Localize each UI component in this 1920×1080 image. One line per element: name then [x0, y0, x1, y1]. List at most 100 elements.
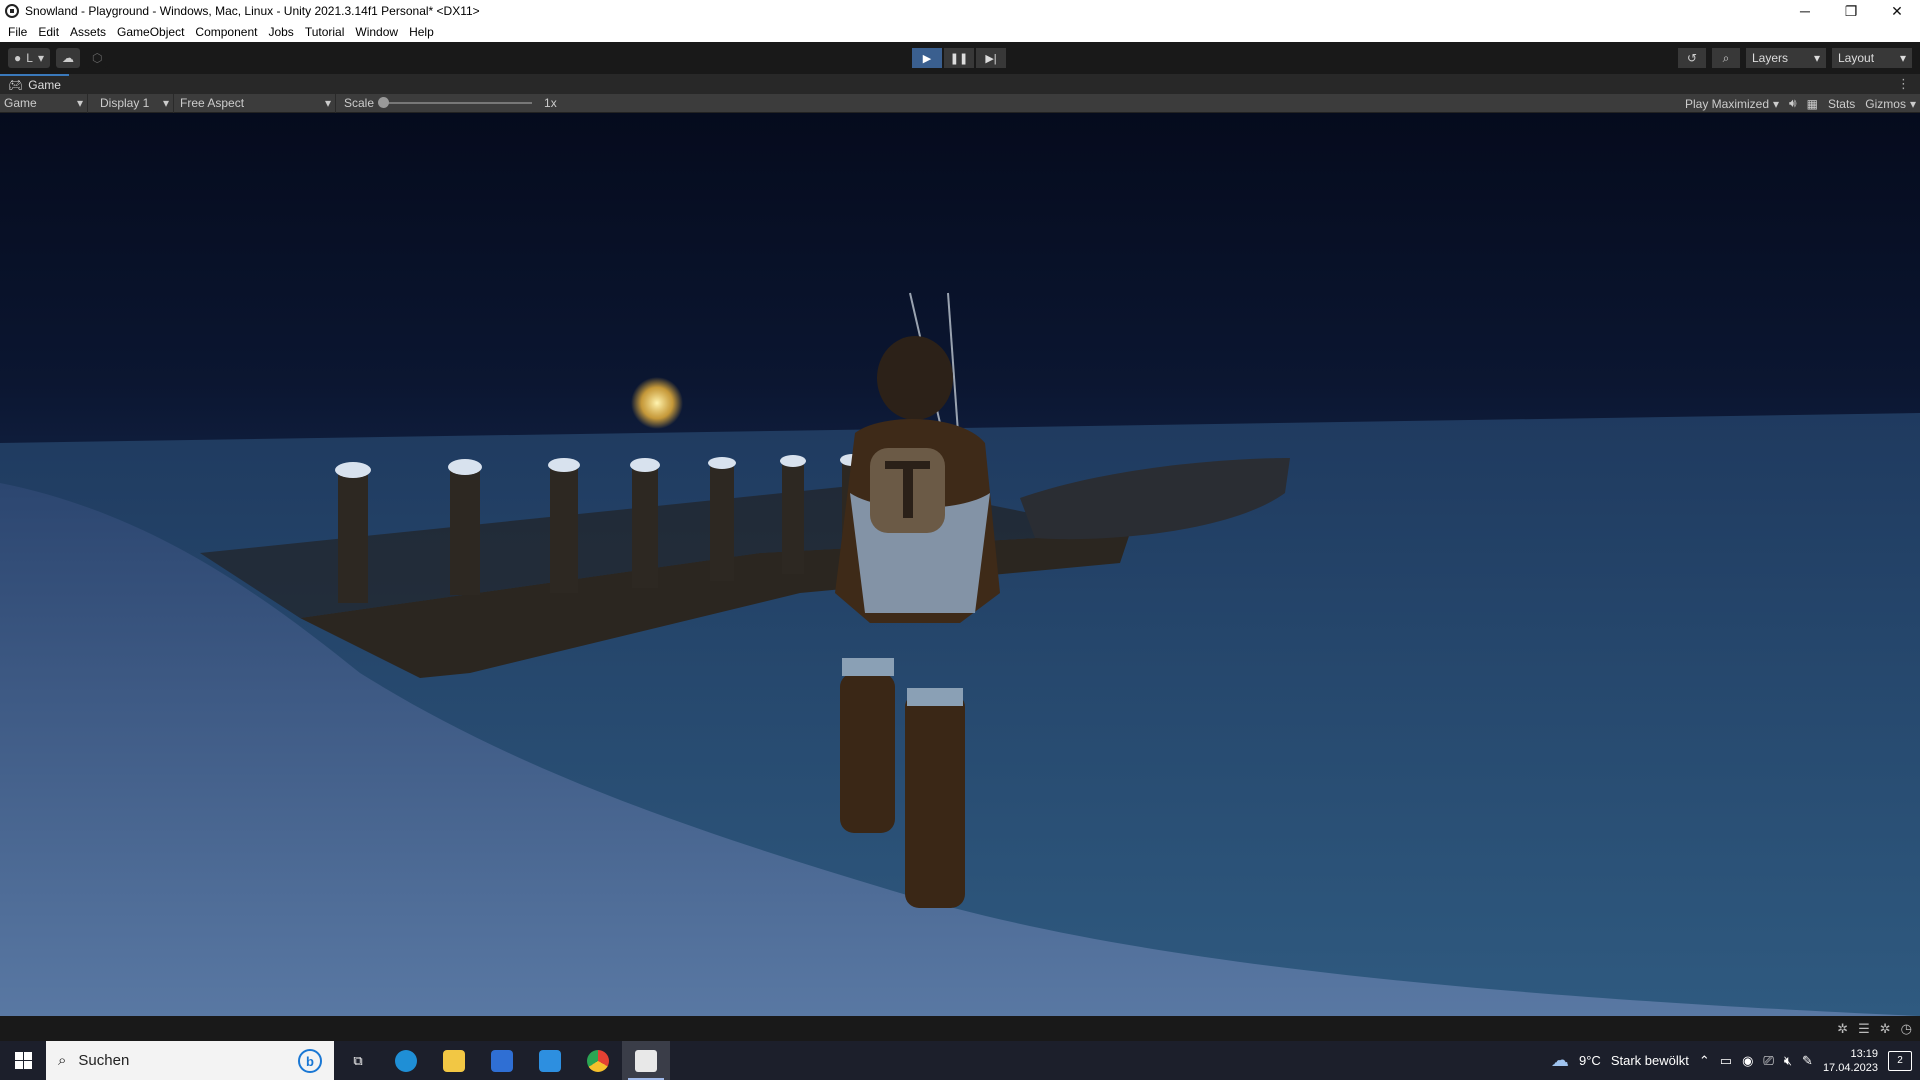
- main-toolbar: ● L ▾ ☁ ⬡ ▶ ❚❚ ▶| ↺ ⌕ Layers ▾ Layout ▾: [0, 42, 1920, 74]
- edge-button[interactable]: [382, 1041, 430, 1080]
- unity-logo-icon: [5, 4, 19, 18]
- aspect-select[interactable]: Free Aspect ▾: [174, 93, 336, 113]
- tab-game[interactable]: 🎮︎ Game: [0, 74, 69, 94]
- undo-history-button[interactable]: ↺: [1678, 48, 1706, 68]
- edge-icon: [395, 1049, 417, 1072]
- scale-label: Scale: [344, 96, 375, 110]
- chrome-button[interactable]: [574, 1041, 622, 1080]
- chevron-down-icon: ▾: [1773, 96, 1780, 111]
- clock[interactable]: 13:19 17.04.2023: [1823, 1047, 1878, 1075]
- clock-date: 17.04.2023: [1822, 1061, 1878, 1074]
- search-button[interactable]: ⌕: [1712, 48, 1740, 68]
- layout-label: Layout: [1838, 51, 1875, 65]
- gamepad-icon: 🎮︎: [8, 78, 24, 92]
- chevron-down-icon: ▾: [1899, 51, 1906, 65]
- gizmos-dropdown[interactable]: Gizmos ▾: [1865, 97, 1916, 111]
- bing-icon[interactable]: b: [298, 1049, 322, 1073]
- account-label: L: [26, 51, 33, 65]
- display-icon[interactable]: ▭: [1720, 1053, 1732, 1069]
- stats-button[interactable]: Stats: [1828, 97, 1855, 111]
- weather-description[interactable]: Stark bewölkt: [1611, 1053, 1689, 1068]
- chevron-down-icon: ▾: [37, 51, 44, 65]
- menu-window[interactable]: Window: [351, 25, 405, 39]
- menu-gameobject[interactable]: GameObject: [113, 25, 191, 39]
- menu-component[interactable]: Component: [191, 25, 264, 39]
- store-icon: [491, 1049, 513, 1072]
- clock-time: 13:19: [1850, 1047, 1878, 1060]
- unity-button[interactable]: [622, 1041, 670, 1080]
- speaker-icon[interactable]: 🔊︎: [1789, 96, 1797, 111]
- step-button[interactable]: ▶|: [976, 48, 1006, 68]
- chevron-up-icon[interactable]: ⌃: [1699, 1053, 1710, 1069]
- pause-button[interactable]: ❚❚: [944, 48, 974, 68]
- layers-icon[interactable]: ☰: [1858, 1021, 1870, 1037]
- lantern-light: [631, 377, 683, 429]
- mail-button[interactable]: [526, 1041, 574, 1080]
- play-button[interactable]: ▶: [912, 48, 942, 68]
- weather-temp[interactable]: 9°C: [1579, 1053, 1601, 1068]
- minimize-button[interactable]: ─: [1782, 0, 1828, 22]
- close-button[interactable]: ✕: [1874, 0, 1920, 22]
- game-viewport[interactable]: [0, 113, 1920, 1016]
- cloud-button[interactable]: ☁: [55, 48, 80, 68]
- chevron-down-icon: ▾: [1909, 96, 1916, 111]
- grid-icon[interactable]: ▦: [1807, 97, 1818, 111]
- file-explorer-button[interactable]: [430, 1041, 478, 1080]
- collab-icon: ⬡: [91, 51, 103, 65]
- taskbar: ⌕ Suchen b ⧉ ☁ 9°C Stark bewölkt ⌃ ▭ ◉ ⎚…: [0, 1041, 1920, 1080]
- window-title: Snowland - Playground - Windows, Mac, Li…: [25, 4, 480, 18]
- account-dropdown[interactable]: ● L ▾: [8, 48, 50, 68]
- folder-icon: [443, 1049, 465, 1072]
- task-view-button[interactable]: ⧉: [334, 1041, 382, 1080]
- display-select[interactable]: Display 1 ▾: [88, 93, 174, 113]
- menu-assets[interactable]: Assets: [66, 25, 113, 39]
- restore-button[interactable]: ❐: [1828, 0, 1874, 22]
- layers-dropdown[interactable]: Layers ▾: [1746, 48, 1826, 68]
- debug-icon[interactable]: ✲: [1880, 1021, 1891, 1037]
- volume-muted-icon[interactable]: 🔇︎: [1784, 1053, 1792, 1069]
- play-mode-label: Play Maximized: [1684, 96, 1769, 111]
- account-icon: ●: [14, 51, 22, 65]
- game-scene: [0, 292, 1920, 1016]
- scale-slider-thumb[interactable]: [378, 97, 390, 108]
- start-button[interactable]: [0, 1041, 46, 1080]
- view-select[interactable]: Game ▾: [0, 93, 88, 113]
- chrome-icon: [587, 1049, 609, 1072]
- search-icon: ⌕: [1722, 50, 1730, 65]
- mail-icon: [539, 1049, 561, 1072]
- camera-icon[interactable]: ◉: [1742, 1053, 1753, 1069]
- bug-icon[interactable]: ✲: [1837, 1021, 1848, 1037]
- window-title-bar: Snowland - Playground - Windows, Mac, Li…: [0, 0, 1920, 22]
- taskbar-search[interactable]: ⌕ Suchen b: [46, 1041, 334, 1080]
- view-select-label: Game: [4, 96, 37, 110]
- menu-edit[interactable]: Edit: [34, 25, 66, 39]
- system-tray: ☁ 9°C Stark bewölkt ⌃ ▭ ◉ ⎚ 🔇︎ ✎ 13:19 1…: [1551, 1041, 1920, 1080]
- editor-status-bar: ✲ ☰ ✲ ◷: [0, 1016, 1920, 1041]
- menu-jobs[interactable]: Jobs: [264, 25, 300, 39]
- game-tab-bar: 🎮︎ Game ⋮: [0, 74, 1920, 94]
- gizmos-label: Gizmos: [1865, 96, 1906, 111]
- notification-center-icon[interactable]: 2: [1888, 1050, 1912, 1071]
- network-icon[interactable]: ⎚: [1763, 1053, 1773, 1069]
- tab-options-icon[interactable]: ⋮: [1897, 76, 1910, 92]
- menu-tutorial[interactable]: Tutorial: [301, 25, 352, 39]
- chevron-down-icon: ▾: [76, 96, 83, 110]
- notification-count: 2: [1897, 1055, 1903, 1066]
- search-placeholder: Suchen: [78, 1052, 130, 1069]
- menu-help[interactable]: Help: [405, 25, 441, 39]
- layers-label: Layers: [1752, 51, 1789, 65]
- collab-button[interactable]: ⬡: [85, 48, 109, 68]
- pen-icon[interactable]: ✎: [1802, 1053, 1813, 1069]
- menu-file[interactable]: File: [4, 25, 34, 39]
- cloud-weather-icon: ☁: [1551, 1050, 1569, 1070]
- unity-icon: [635, 1049, 657, 1072]
- play-mode-dropdown[interactable]: Play Maximized ▾: [1685, 97, 1779, 111]
- scale-slider[interactable]: [378, 97, 533, 108]
- store-button[interactable]: [478, 1041, 526, 1080]
- layout-dropdown[interactable]: Layout ▾: [1832, 48, 1912, 68]
- progress-icon[interactable]: ◷: [1901, 1021, 1912, 1037]
- display-select-label: Display 1: [100, 96, 150, 110]
- scale-control: Scale 1x: [336, 96, 557, 110]
- tab-game-label: Game: [28, 78, 61, 92]
- scale-value: 1x: [544, 96, 557, 110]
